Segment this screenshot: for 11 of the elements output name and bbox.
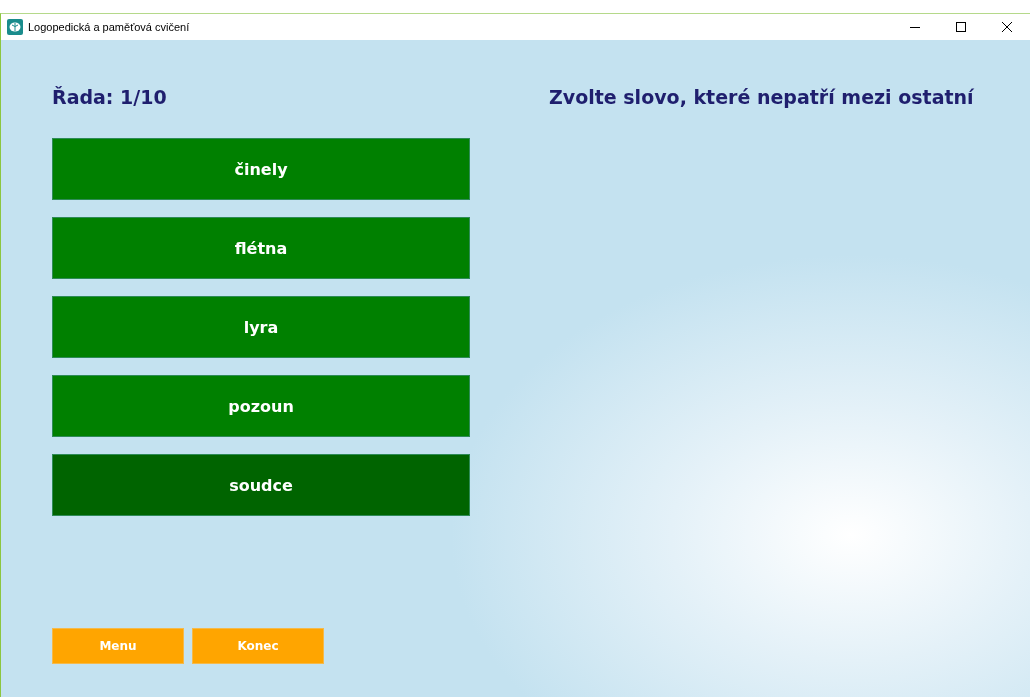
window-title: Logopedická a paměťová cvičení [28,21,190,33]
brain-icon [7,19,23,35]
word-button[interactable]: činely [52,138,470,200]
close-icon[interactable] [1002,22,1012,32]
word-button[interactable]: soudce [52,454,470,516]
round-counter: Řada: 1/10 [52,86,168,110]
word-button[interactable]: flétna [52,217,470,279]
word-button[interactable]: lyra [52,296,470,358]
word-button[interactable]: pozoun [52,375,470,437]
maximize-icon[interactable] [956,22,966,32]
instruction-heading: Zvolte slovo, které nepatří mezi ostatní [549,86,974,108]
